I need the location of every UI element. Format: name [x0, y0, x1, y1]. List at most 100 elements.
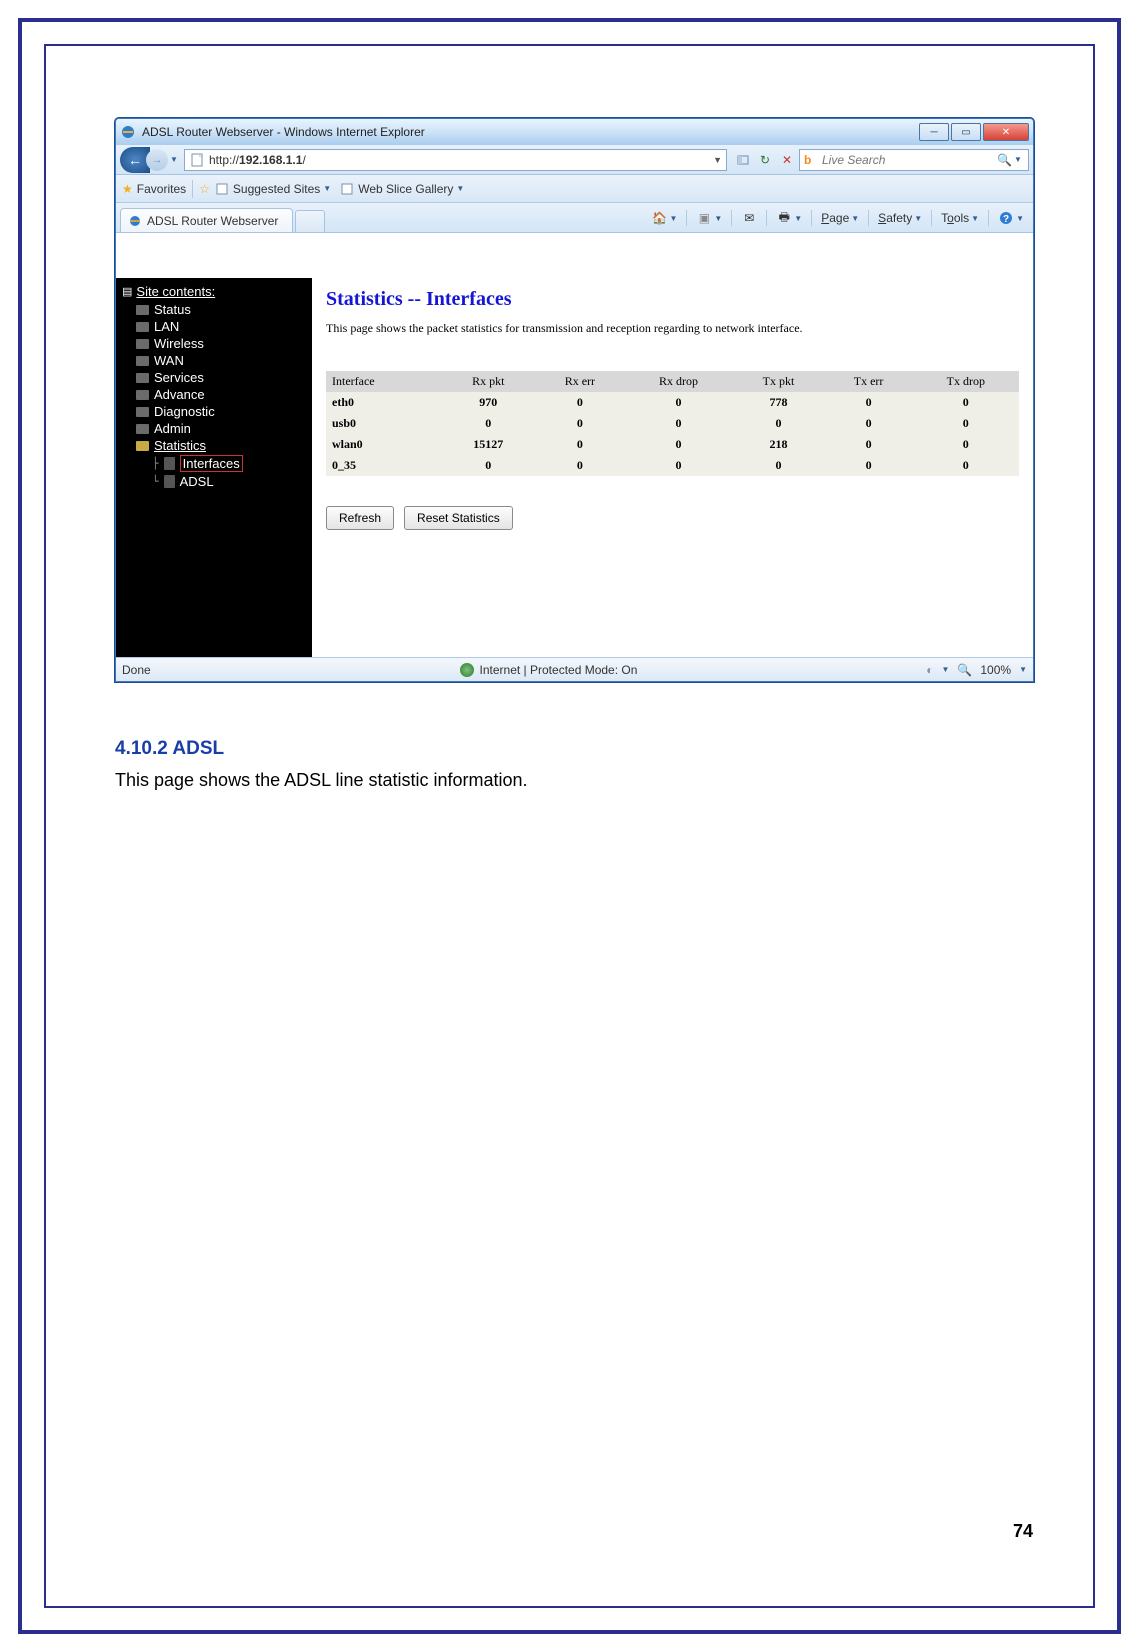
sidebar-item-wireless[interactable]: Wireless [116, 335, 312, 352]
col-rxpkt: Rx pkt [441, 371, 535, 392]
col-txpkt: Tx pkt [732, 371, 824, 392]
favorites-star-icon[interactable]: ★ [122, 182, 133, 196]
document-icon [164, 475, 175, 488]
url-text: http://192.168.1.1/ [209, 153, 306, 167]
chevron-down-icon: ▼ [456, 184, 464, 193]
chevron-down-icon[interactable]: ▼ [942, 665, 950, 674]
favorites-bar: ★ Favorites ☆ Suggested Sites ▼ Web Slic… [116, 175, 1033, 203]
sidebar-item-diagnostic[interactable]: Diagnostic [116, 403, 312, 420]
stop-icon[interactable]: ✕ [779, 152, 795, 168]
chevron-down-icon[interactable]: ▼ [1019, 665, 1027, 674]
globe-icon [460, 663, 474, 677]
tools-menu[interactable]: Tools▼ [938, 209, 982, 227]
status-text: Done [122, 663, 171, 677]
folder-icon [136, 373, 149, 383]
navigation-bar: ← → ▼ http://192.168.1.1/ ▼ ↻ ✕ b [116, 145, 1033, 175]
tab-bar: ADSL Router Webserver 🏠▼ ▣▼ ✉ 🖶▼ Page▼ S… [116, 203, 1033, 233]
sidebar-item-statistics[interactable]: Statistics [116, 437, 312, 454]
sidebar-item-admin[interactable]: Admin [116, 420, 312, 437]
safety-menu[interactable]: Safety▼ [875, 209, 925, 227]
table-row: eth09700077800 [326, 392, 1019, 413]
sidebar-item-status[interactable]: Status [116, 301, 312, 318]
search-icon[interactable]: 🔍 [997, 153, 1012, 167]
window-minimize-button[interactable]: ─ [919, 123, 949, 141]
reset-statistics-button[interactable]: Reset Statistics [404, 506, 513, 530]
read-mail-button[interactable]: ✉ [738, 208, 760, 228]
zoom-level[interactable]: 100% [980, 663, 1011, 677]
refresh-icon[interactable]: ↻ [757, 152, 773, 168]
section-text: This page shows the ADSL line statistic … [115, 770, 1030, 791]
window-close-button[interactable]: ✕ [983, 123, 1029, 141]
help-icon: ? [998, 210, 1014, 226]
stats-description: This page shows the packet statistics fo… [326, 321, 826, 337]
favorites-label[interactable]: Favorites [137, 182, 186, 196]
tab-title: ADSL Router Webserver [147, 214, 278, 228]
print-button[interactable]: 🖶▼ [773, 208, 805, 228]
ie-icon [120, 124, 136, 140]
refresh-button[interactable]: Refresh [326, 506, 394, 530]
status-bar: Done Internet | Protected Mode: On ◐ ▼ 🔍… [116, 657, 1033, 681]
chevron-down-icon: ▼ [323, 184, 331, 193]
search-input[interactable] [822, 153, 997, 167]
col-txerr: Tx err [825, 371, 913, 392]
page-icon [189, 152, 205, 168]
page-padding [116, 233, 1033, 277]
status-zone: Internet | Protected Mode: On [480, 663, 638, 677]
page-content: ▤ Site contents: Status LAN Wireless WAN… [116, 277, 1033, 657]
feeds-button[interactable]: ▣▼ [693, 208, 725, 228]
page-menu[interactable]: Page▼ [818, 209, 862, 227]
sidebar-item-adsl[interactable]: └ADSL [116, 473, 312, 490]
web-slice-link[interactable]: Web Slice Gallery ▼ [339, 181, 464, 197]
stats-heading: Statistics -- Interfaces [326, 288, 1019, 311]
window-maximize-button[interactable]: ▭ [951, 123, 981, 141]
compat-view-icon[interactable] [735, 152, 751, 168]
sidebar-item-interfaces[interactable]: ├Interfaces [116, 454, 312, 473]
print-icon: 🖶 [776, 210, 792, 226]
table-row: usb0000000 [326, 413, 1019, 434]
home-button[interactable]: 🏠▼ [648, 208, 680, 228]
window-titlebar: ADSL Router Webserver - Windows Internet… [116, 119, 1033, 145]
new-tab-button[interactable] [295, 210, 325, 232]
forward-button[interactable]: → [146, 149, 168, 171]
search-provider-dropdown[interactable]: ▼ [1012, 155, 1024, 164]
document-content: ADSL Router Webserver - Windows Internet… [115, 118, 1030, 791]
sidebar-item-lan[interactable]: LAN [116, 318, 312, 335]
help-button[interactable]: ?▼ [995, 208, 1027, 228]
main-panel: Statistics -- Interfaces This page shows… [312, 278, 1033, 657]
browser-window: ADSL Router Webserver - Windows Internet… [115, 118, 1034, 682]
page-number: 74 [1013, 1521, 1033, 1542]
sidebar-title: ▤ Site contents: [116, 282, 312, 301]
suggested-sites-link[interactable]: Suggested Sites ▼ [214, 181, 331, 197]
folder-icon [136, 322, 149, 332]
protected-mode-icon[interactable]: ◐ [926, 663, 933, 677]
rss-icon: ▣ [696, 210, 712, 226]
page-icon [214, 181, 230, 197]
ie-icon [127, 213, 143, 229]
folder-icon [136, 407, 149, 417]
tab-active[interactable]: ADSL Router Webserver [120, 208, 293, 232]
command-bar: 🏠▼ ▣▼ ✉ 🖶▼ Page▼ Safety▼ Tools▼ ?▼ [648, 208, 1027, 232]
search-box[interactable]: b 🔍 ▼ [799, 149, 1029, 171]
address-bar[interactable]: http://192.168.1.1/ ▼ [184, 149, 727, 171]
section-heading: 4.10.2 ADSL [115, 738, 1030, 760]
nav-history-dropdown[interactable]: ▼ [168, 155, 180, 164]
zoom-icon[interactable]: 🔍 [957, 663, 972, 677]
sidebar-item-advance[interactable]: Advance [116, 386, 312, 403]
window-title: ADSL Router Webserver - Windows Internet… [142, 125, 919, 139]
folder-icon [136, 424, 149, 434]
col-txdrop: Tx drop [913, 371, 1019, 392]
table-row: wlan0151270021800 [326, 434, 1019, 455]
table-header-row: Interface Rx pkt Rx err Rx drop Tx pkt T… [326, 371, 1019, 392]
add-fav-icon[interactable]: ☆ [199, 182, 210, 196]
sidebar-item-services[interactable]: Services [116, 369, 312, 386]
folder-icon [136, 390, 149, 400]
document-icon [164, 457, 175, 470]
url-dropdown-icon[interactable]: ▼ [713, 155, 722, 165]
page-icon [339, 181, 355, 197]
folder-icon [136, 305, 149, 315]
sidebar-item-wan[interactable]: WAN [116, 352, 312, 369]
svg-text:?: ? [1003, 214, 1009, 225]
col-rxdrop: Rx drop [625, 371, 733, 392]
col-rxerr: Rx err [535, 371, 624, 392]
bing-icon: b [804, 153, 818, 167]
